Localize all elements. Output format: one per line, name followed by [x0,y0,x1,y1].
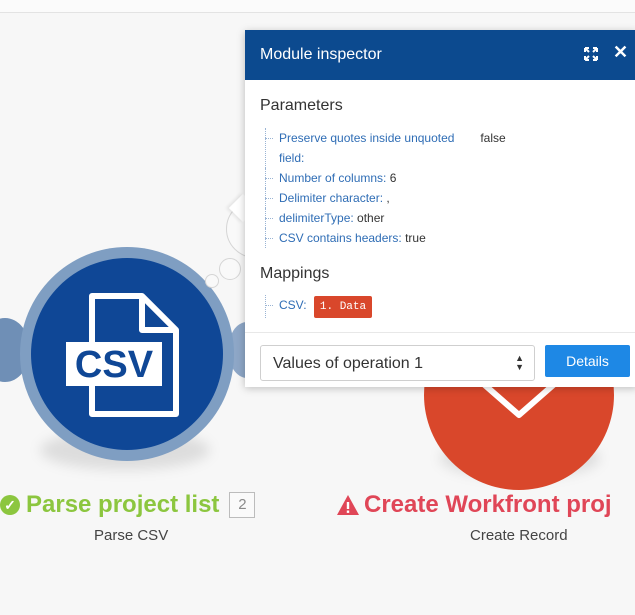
mappings-heading: Mappings [260,265,330,282]
param-row: Preserve quotes inside unquoted field: fa… [265,128,625,168]
csv-module-subtitle: Parse CSV [94,527,169,544]
param-key: Preserve quotes inside unquoted field: [279,131,455,165]
inspector-bubble-small [205,274,219,288]
parameters-tree: Preserve quotes inside unquoted field: fa… [265,128,625,248]
check-circle-icon: ✓ [0,495,20,515]
param-value: false [480,131,506,145]
csv-module-title-text: Parse project list [26,491,220,518]
close-icon[interactable]: ✕ [613,42,628,63]
param-row: Delimiter character: , [265,188,625,208]
param-row: CSV contains headers: true [265,228,625,248]
csv-module-title[interactable]: ✓ Parse project list 2 [0,491,256,519]
inspector-title: Module inspector [260,46,382,63]
param-key: CSV contains headers: [279,231,402,245]
param-key: Delimiter character: [279,191,384,205]
mapping-pill[interactable]: 1. Data [313,296,373,318]
mapping-row: CSV: 1. Data [265,295,625,318]
details-button[interactable]: Details [545,345,630,377]
param-row: delimiterType: other [265,208,625,228]
csv-file-icon: CSV [66,293,179,417]
module-inspector: Module inspector ✕ Parameters Preserve q… [245,30,635,387]
param-value: other [357,211,385,225]
mapping-key: CSV: [279,298,307,312]
warning-icon [337,495,359,515]
module-id-badge: 2 [229,492,256,518]
inspector-footer: Values of operation 1 ▲ ▼ Details [245,332,635,387]
param-value: 6 [389,171,397,185]
workfront-module-title[interactable]: Create Workfront proj [336,491,612,519]
select-arrows-icon: ▲ ▼ [515,353,524,372]
operation-select[interactable]: Values of operation 1 ▲ ▼ [260,345,535,381]
workfront-module-subtitle: Create Record [470,527,568,544]
param-row: Number of columns: 6 [265,168,625,188]
workfront-module-title-text: Create Workfront proj [364,491,612,518]
inspector-bubble-medium [219,258,241,280]
expand-icon[interactable] [583,46,599,62]
parameters-heading: Parameters [260,97,343,114]
mappings-tree: CSV: 1. Data [265,295,625,318]
inspector-header[interactable]: Module inspector ✕ [245,30,635,80]
param-key: Number of columns: [279,171,387,185]
param-value: , [386,191,390,205]
param-key: delimiterType: [279,211,354,225]
operation-select-value: Values of operation 1 [273,355,424,372]
param-value: true [405,231,426,245]
csv-icon-text: CSV [75,344,154,386]
